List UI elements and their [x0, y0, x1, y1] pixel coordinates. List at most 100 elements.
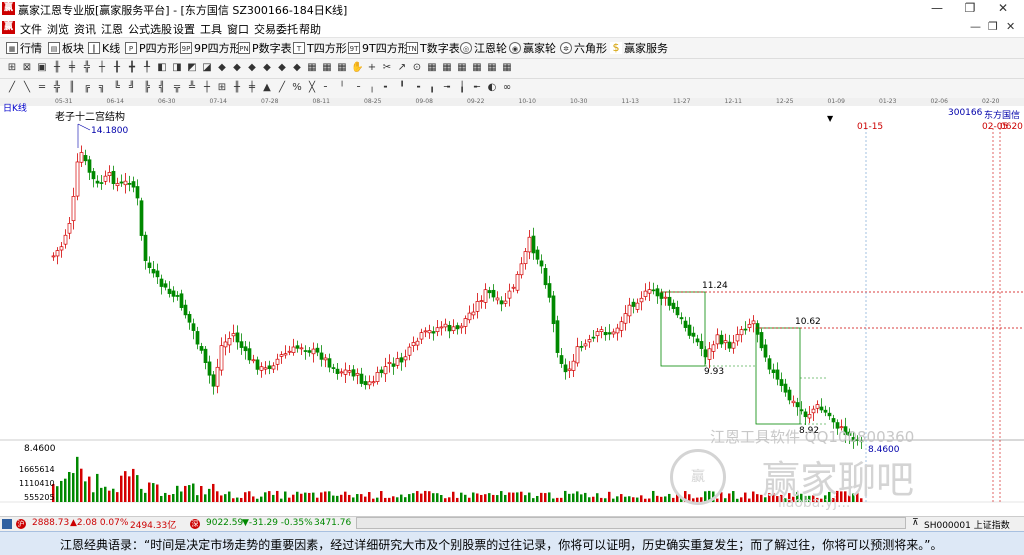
tick-icon[interactable]: ╻ — [426, 82, 438, 94]
vline-icon[interactable]: ║ — [66, 82, 78, 94]
period-icon[interactable]: ▦ — [321, 62, 333, 74]
tick-icon[interactable]: ╽ — [456, 82, 468, 94]
menu-help[interactable]: 帮助 — [299, 21, 321, 37]
tick-icon[interactable]: ╸ — [381, 82, 393, 94]
fan-icon[interactable]: ╫ — [231, 82, 243, 94]
tick-icon[interactable]: ╹ — [396, 82, 408, 94]
tick-icon[interactable]: ╾ — [471, 82, 483, 94]
x-icon[interactable]: ╳ — [306, 82, 318, 94]
tick-icon[interactable]: ╼ — [441, 82, 453, 94]
zoom-icon[interactable]: ⊠ — [21, 62, 33, 74]
period-icon[interactable]: ▦ — [336, 62, 348, 74]
menu-gann[interactable]: 江恩 — [101, 21, 123, 37]
minimize-button[interactable]: — — [922, 0, 952, 17]
percent-icon[interactable]: % — [291, 82, 303, 94]
triangle-icon[interactable]: ▲ — [261, 82, 273, 94]
menu-browse[interactable]: 浏览 — [47, 21, 69, 37]
cut-icon[interactable]: ✂ — [381, 62, 393, 74]
diamond-icon[interactable]: ◆ — [246, 62, 258, 74]
window-icon[interactable]: ▦ — [501, 62, 513, 74]
window-icon[interactable]: ▦ — [456, 62, 468, 74]
line-icon[interactable]: ╱ — [6, 82, 18, 94]
box-icon[interactable]: ╚ — [111, 82, 123, 94]
menu-formula-select[interactable]: 公式选股 — [128, 21, 172, 37]
kline-type-icon[interactable]: ╋ — [126, 62, 138, 74]
period-icon[interactable]: ▦ — [306, 62, 318, 74]
window-icon[interactable]: ▦ — [471, 62, 483, 74]
toolbar-9t-square[interactable]: 9T 9T四方形 — [348, 40, 409, 56]
tick-icon[interactable]: ╷ — [366, 82, 378, 94]
tick-icon[interactable]: ╵ — [336, 82, 348, 94]
box-icon[interactable]: ╗ — [96, 82, 108, 94]
next-icon[interactable]: ◩ — [186, 62, 198, 74]
prev-icon[interactable]: ◨ — [171, 62, 183, 74]
diamond-icon[interactable]: ◆ — [231, 62, 243, 74]
kline-type-icon[interactable]: ╂ — [111, 62, 123, 74]
jump-first-icon[interactable]: ◧ — [156, 62, 168, 74]
hline-icon[interactable]: ═ — [36, 82, 48, 94]
toolbar-kline[interactable]: ┃ K线 — [88, 40, 120, 56]
toolbar-winner-service[interactable]: $ 赢家服务 — [610, 40, 668, 56]
menu-tools[interactable]: 工具 — [200, 21, 222, 37]
tick-icon[interactable]: ╶ — [351, 82, 363, 94]
window-icon[interactable]: ▣ — [36, 62, 48, 74]
diamond-icon[interactable]: ◆ — [276, 62, 288, 74]
line-icon[interactable]: ╲ — [21, 82, 33, 94]
box-icon[interactable]: ╠ — [141, 82, 153, 94]
mdi-close-button[interactable]: ✕ — [1006, 20, 1015, 33]
grid-icon[interactable]: ╬ — [51, 82, 63, 94]
diamond-icon[interactable]: ◆ — [291, 62, 303, 74]
toolbar-hexagon[interactable]: ✲ 六角形 — [560, 40, 607, 56]
maximize-button[interactable]: ❐ — [955, 0, 985, 17]
box-icon[interactable]: ╔ — [81, 82, 93, 94]
arrow-icon[interactable]: ↗ — [396, 62, 408, 74]
layout-icon[interactable]: ⊞ — [6, 62, 18, 74]
menu-window[interactable]: 窗口 — [227, 21, 249, 37]
toolbar-winner-wheel[interactable]: ◉ 赢家轮 — [509, 40, 556, 56]
mdi-restore-button[interactable]: ❐ — [988, 20, 998, 33]
mdi-minimize-button[interactable]: — — [970, 20, 981, 33]
jump-last-icon[interactable]: ◪ — [201, 62, 213, 74]
diamond-icon[interactable]: ◆ — [216, 62, 228, 74]
hand-icon[interactable]: ✋ — [351, 62, 363, 74]
toolbar-quotes[interactable]: ▦ 行情 — [6, 40, 42, 56]
menu-settings[interactable]: 设置 — [173, 21, 195, 37]
window-icon[interactable]: ▦ — [426, 62, 438, 74]
kline-type-icon[interactable]: ┼ — [96, 62, 108, 74]
kline-type-icon[interactable]: ╪ — [66, 62, 78, 74]
kline-type-icon[interactable]: ╀ — [141, 62, 153, 74]
toolbar-sectors[interactable]: ▤ 板块 — [48, 40, 84, 56]
box-icon[interactable]: ╦ — [171, 82, 183, 94]
box-icon[interactable]: ╩ — [186, 82, 198, 94]
menu-file[interactable]: 文件 — [20, 21, 42, 37]
kline-type-icon[interactable]: ╬ — [81, 62, 93, 74]
tick-icon[interactable]: ╴ — [321, 82, 333, 94]
crosshair-icon[interactable]: + — [366, 62, 378, 74]
toolbar-9p-square[interactable]: 9P 9P四方形 — [180, 40, 241, 56]
toolbar-p-square[interactable]: P P四方形 — [125, 40, 179, 56]
index-grid-icon[interactable] — [2, 519, 12, 529]
diamond-icon[interactable]: ◆ — [261, 62, 273, 74]
trend-icon[interactable]: ╱ — [276, 82, 288, 94]
tick-icon[interactable]: ╺ — [411, 82, 423, 94]
color-icon[interactable]: ◐ — [486, 82, 498, 94]
horizontal-scrollbar[interactable] — [356, 517, 906, 529]
menu-trade[interactable]: 交易委托 — [254, 21, 298, 37]
cross-icon[interactable]: ┼ — [201, 82, 213, 94]
window-icon[interactable]: ▦ — [441, 62, 453, 74]
toolbar-gann-wheel[interactable]: ◎ 江恩轮 — [460, 40, 507, 56]
fan-icon[interactable]: ╪ — [246, 82, 258, 94]
kline-type-icon[interactable]: ╫ — [51, 62, 63, 74]
window-icon[interactable]: ▦ — [486, 62, 498, 74]
grid-icon[interactable]: ⊞ — [216, 82, 228, 94]
dropdown-arrow-icon[interactable]: ▼ — [827, 114, 833, 123]
box-icon[interactable]: ╝ — [126, 82, 138, 94]
toolbar-t-table[interactable]: TN T数字表 — [406, 40, 460, 56]
target-icon[interactable]: ⊙ — [411, 62, 423, 74]
toolbar-p-table[interactable]: PN P数字表 — [238, 40, 292, 56]
close-button[interactable]: ✕ — [988, 0, 1018, 17]
toolbar-t-square[interactable]: T T四方形 — [293, 40, 347, 56]
menu-news[interactable]: 资讯 — [74, 21, 96, 37]
infinity-icon[interactable]: ∞ — [501, 82, 513, 94]
box-icon[interactable]: ╣ — [156, 82, 168, 94]
